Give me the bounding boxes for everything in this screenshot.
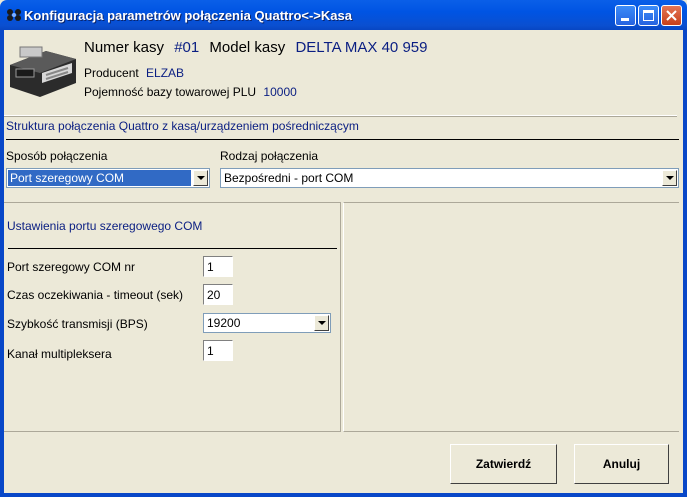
register-number-value: #01 [174, 39, 200, 56]
register-info-line: Numer kasy #01 Model kasy DELTA MAX 40 9… [84, 39, 427, 56]
model-value: DELTA MAX 40 959 [295, 39, 428, 56]
connection-type-value: Bezpośredni - port COM [224, 171, 354, 185]
baud-rate-value: 19200 [207, 316, 241, 330]
maximize-button[interactable] [638, 5, 659, 26]
window-frame-bottom [0, 493, 687, 497]
mux-channel-input[interactable] [204, 341, 232, 360]
structure-heading: Struktura połączenia Quattro z kasą/urzą… [6, 119, 359, 133]
connection-method-select[interactable]: Port szeregowy COM [6, 168, 210, 188]
plu-value: 10000 [263, 85, 297, 99]
maximize-icon [643, 10, 654, 21]
producer-value: ELZAB [146, 66, 185, 80]
timeout-label: Czas oczekiwania - timeout (sek) [7, 288, 184, 302]
chevron-down-icon[interactable] [314, 315, 329, 331]
chevron-down-icon[interactable] [662, 170, 677, 186]
com-port-field[interactable] [203, 256, 233, 277]
timeout-field[interactable] [203, 284, 233, 305]
plu-line: Pojemność bazy towarowej PLU 10000 [84, 85, 297, 99]
com-settings-divider [8, 248, 337, 249]
model-label: Model kasy [209, 39, 286, 56]
device-panel: Numer kasy #01 Model kasy DELTA MAX 40 9… [4, 33, 677, 116]
close-icon [666, 10, 677, 21]
baud-rate-select[interactable]: 19200 [203, 313, 331, 333]
com-port-label: Port szeregowy COM nr [7, 260, 136, 274]
structure-divider [6, 139, 679, 140]
mux-channel-label: Kanał multipleksera [7, 347, 112, 361]
mux-channel-field[interactable] [203, 340, 233, 361]
window-frame-right [683, 30, 687, 497]
connection-type-select[interactable]: Bezpośredni - port COM [220, 168, 679, 188]
com-settings-heading: Ustawienia portu szeregowego COM [7, 219, 203, 233]
app-icon [7, 9, 21, 21]
producer-line: Producent ELZAB [84, 66, 184, 80]
plu-label: Pojemność bazy towarowej PLU [84, 85, 257, 99]
title-bar[interactable]: Konfiguracja parametrów połączenia Quatt… [0, 0, 687, 30]
cash-register-icon [10, 46, 76, 97]
com-port-input[interactable] [204, 257, 232, 276]
cancel-button[interactable]: Anuluj [574, 444, 669, 484]
minimize-button[interactable] [615, 5, 636, 26]
connection-method-label: Sposób połączenia [6, 149, 108, 163]
close-button[interactable] [661, 5, 682, 26]
baud-rate-label: Szybkość transmisji (BPS) [7, 317, 148, 331]
window-title: Konfiguracja parametrów połączenia Quatt… [24, 8, 352, 23]
dialog-body: Numer kasy #01 Model kasy DELTA MAX 40 9… [4, 30, 683, 493]
connection-method-value: Port szeregowy COM [10, 171, 125, 185]
chevron-down-icon[interactable] [193, 170, 208, 186]
register-number-label: Numer kasy [84, 39, 165, 56]
timeout-input[interactable] [204, 285, 232, 304]
producer-label: Producent [84, 66, 139, 80]
confirm-button[interactable]: Zatwierdź [450, 444, 557, 484]
minimize-icon [621, 18, 629, 21]
connection-type-label: Rodzaj połączenia [220, 149, 319, 163]
right-empty-panel [343, 202, 679, 432]
